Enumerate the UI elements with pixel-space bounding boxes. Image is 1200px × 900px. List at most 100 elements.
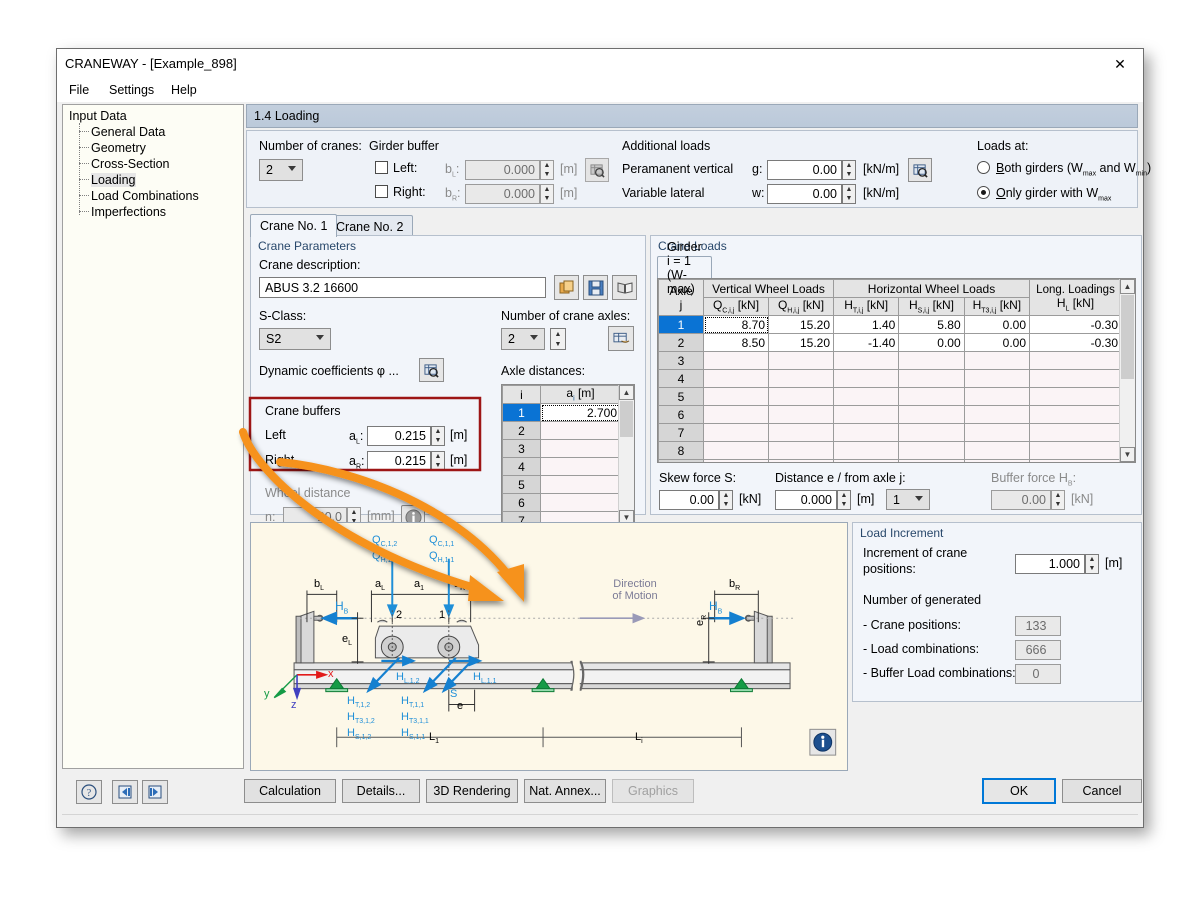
crane-load-cell[interactable]: 1.40 bbox=[834, 316, 899, 334]
table-row[interactable]: 4 bbox=[659, 370, 1122, 388]
permanent-vertical-input[interactable]: 0.00 bbox=[767, 160, 842, 180]
axle-table-icon[interactable] bbox=[608, 326, 634, 351]
girder-buffer-left-checkbox[interactable] bbox=[375, 161, 388, 174]
scroll-thumb[interactable] bbox=[1121, 295, 1134, 379]
crane-load-cell[interactable]: 8.70 bbox=[704, 316, 769, 334]
crane-load-cell[interactable] bbox=[704, 370, 769, 388]
crane-load-cell[interactable] bbox=[964, 424, 1029, 442]
row-header-cell[interactable]: 7 bbox=[659, 424, 704, 442]
sidebar-item-general-data[interactable]: General Data bbox=[91, 125, 165, 139]
crane-loads-scrollbar[interactable]: ▲ ▼ bbox=[1119, 279, 1135, 462]
crane-load-cell[interactable] bbox=[899, 424, 964, 442]
next-page-icon[interactable] bbox=[142, 780, 168, 804]
crane-load-cell[interactable] bbox=[1030, 388, 1122, 406]
crane-load-cell[interactable] bbox=[899, 388, 964, 406]
girder-buffer-right-input[interactable]: 0.000 bbox=[465, 184, 540, 204]
table-row[interactable]: 18.7015.201.405.800.00-0.30 bbox=[659, 316, 1122, 334]
variable-lateral-input[interactable]: 0.00 bbox=[767, 184, 842, 204]
library-book-icon[interactable] bbox=[612, 275, 637, 300]
crane-load-cell[interactable] bbox=[834, 424, 899, 442]
row-header-cell[interactable]: 4 bbox=[659, 370, 704, 388]
ok-button[interactable]: OK bbox=[982, 778, 1056, 804]
crane-load-cell[interactable] bbox=[769, 352, 834, 370]
crane-buffer-right-stepper[interactable]: ▲▼ bbox=[431, 451, 445, 471]
crane-load-cell[interactable] bbox=[704, 406, 769, 424]
row-header-cell[interactable]: 6 bbox=[659, 406, 704, 424]
table-row[interactable]: 28.5015.20-1.400.000.00-0.30 bbox=[659, 334, 1122, 352]
calculation-button[interactable]: Calculation bbox=[244, 779, 336, 803]
cancel-button[interactable]: Cancel bbox=[1062, 779, 1142, 803]
crane-load-cell[interactable] bbox=[899, 370, 964, 388]
crane-load-cell[interactable]: 0.00 bbox=[964, 316, 1029, 334]
sidebar-item-cross-section[interactable]: Cross-Section bbox=[91, 157, 170, 171]
row-header-cell[interactable]: 2 bbox=[503, 422, 541, 440]
graphics-button[interactable]: Graphics bbox=[612, 779, 694, 803]
crane-load-cell[interactable] bbox=[899, 460, 964, 464]
table-row[interactable]: 2 bbox=[503, 422, 621, 440]
crane-load-cell[interactable]: -1.40 bbox=[834, 334, 899, 352]
crane-load-cell[interactable] bbox=[704, 424, 769, 442]
row-header-cell[interactable]: 5 bbox=[659, 388, 704, 406]
table-row[interactable]: 3 bbox=[659, 352, 1122, 370]
table-row[interactable]: 4 bbox=[503, 458, 621, 476]
crane-load-cell[interactable] bbox=[1030, 424, 1122, 442]
tab-girder-1[interactable]: Girder i = 1 (W-max) bbox=[657, 256, 712, 278]
table-row[interactable]: 8 bbox=[659, 442, 1122, 460]
axle-distance-cell[interactable] bbox=[541, 422, 621, 440]
tree-root-input-data[interactable]: Input Data bbox=[69, 109, 127, 123]
crane-load-cell[interactable] bbox=[964, 406, 1029, 424]
axle-distance-cell[interactable] bbox=[541, 440, 621, 458]
distance-from-axle-select[interactable]: 1 bbox=[886, 489, 930, 510]
previous-page-icon[interactable] bbox=[112, 780, 138, 804]
table-row[interactable]: 3 bbox=[503, 440, 621, 458]
crane-load-cell[interactable] bbox=[769, 424, 834, 442]
additional-loads-magnifier-icon[interactable] bbox=[908, 158, 932, 182]
crane-load-cell[interactable] bbox=[704, 388, 769, 406]
crane-load-cell[interactable] bbox=[1030, 460, 1122, 464]
girder-buffer-right-checkbox[interactable] bbox=[375, 185, 388, 198]
crane-load-cell[interactable] bbox=[704, 460, 769, 464]
crane-load-cell[interactable] bbox=[769, 406, 834, 424]
rendering-button[interactable]: 3D Rendering bbox=[426, 779, 518, 803]
sidebar-item-load-combinations[interactable]: Load Combinations bbox=[91, 189, 199, 203]
crane-load-cell[interactable] bbox=[1030, 406, 1122, 424]
table-row[interactable]: 9 bbox=[659, 460, 1122, 464]
increment-of-crane-positions-input[interactable]: 1.000 bbox=[1015, 554, 1085, 574]
row-header-cell[interactable]: 5 bbox=[503, 476, 541, 494]
crane-load-cell[interactable] bbox=[899, 352, 964, 370]
crane-load-cell[interactable] bbox=[834, 442, 899, 460]
copy-icon[interactable] bbox=[554, 275, 579, 300]
crane-load-cell[interactable] bbox=[769, 460, 834, 464]
axle-distance-cell[interactable]: 2.700 bbox=[541, 404, 621, 422]
girder-buffer-right-stepper[interactable]: ▲▼ bbox=[540, 184, 554, 204]
crane-buffer-right-input[interactable]: 0.215 bbox=[367, 451, 431, 471]
s-class-select[interactable]: S2 bbox=[259, 328, 331, 350]
crane-loads-table[interactable]: Axlej Vertical Wheel Loads Horizontal Wh… bbox=[657, 278, 1136, 463]
crane-load-cell[interactable] bbox=[769, 370, 834, 388]
crane-load-cell[interactable] bbox=[964, 460, 1029, 464]
row-header-cell[interactable]: 6 bbox=[503, 494, 541, 512]
crane-load-cell[interactable] bbox=[704, 442, 769, 460]
crane-load-cell[interactable] bbox=[964, 388, 1029, 406]
axle-distance-cell[interactable] bbox=[541, 476, 621, 494]
help-question-icon[interactable]: ? bbox=[76, 780, 102, 804]
permanent-vertical-stepper[interactable]: ▲▼ bbox=[842, 160, 856, 180]
table-row[interactable]: 5 bbox=[503, 476, 621, 494]
row-header-cell[interactable]: 2 bbox=[659, 334, 704, 352]
sidebar-item-geometry[interactable]: Geometry bbox=[91, 141, 146, 155]
crane-load-cell[interactable] bbox=[1030, 442, 1122, 460]
table-row[interactable]: 12.700 bbox=[503, 404, 621, 422]
crane-load-cell[interactable] bbox=[704, 352, 769, 370]
crane-load-cell[interactable] bbox=[834, 406, 899, 424]
crane-description-input[interactable]: ABUS 3.2 16600 bbox=[259, 277, 546, 298]
crane-buffer-left-input[interactable]: 0.215 bbox=[367, 426, 431, 446]
loads-at-only-girder-radio[interactable] bbox=[977, 186, 990, 199]
crane-load-cell[interactable] bbox=[834, 388, 899, 406]
girder-buffer-magnifier-icon[interactable] bbox=[585, 158, 609, 182]
crane-buffer-left-stepper[interactable]: ▲▼ bbox=[431, 426, 445, 446]
table-row[interactable]: 7 bbox=[659, 424, 1122, 442]
crane-load-cell[interactable] bbox=[964, 352, 1029, 370]
crane-load-cell[interactable]: -0.30 bbox=[1030, 334, 1122, 352]
row-header-cell[interactable]: 3 bbox=[659, 352, 704, 370]
table-row[interactable]: 6 bbox=[503, 494, 621, 512]
